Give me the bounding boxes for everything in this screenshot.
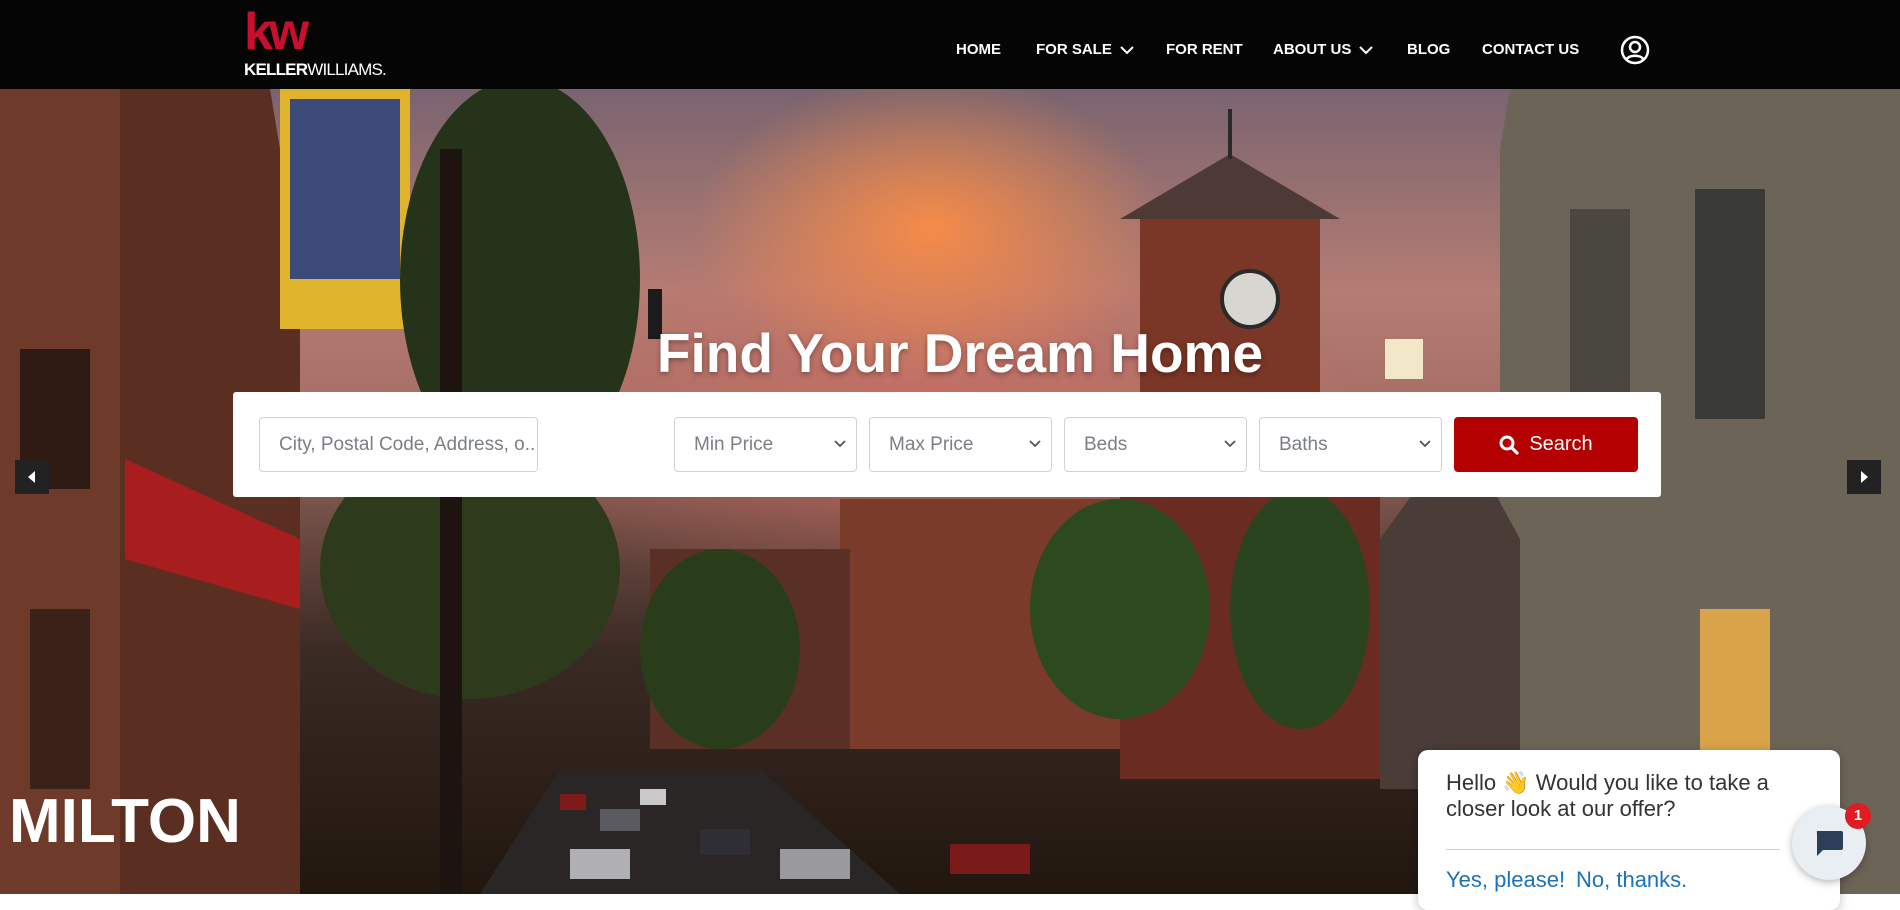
search-icon (1499, 435, 1519, 455)
max-price-select[interactable]: Max Price (869, 417, 1052, 472)
main-nav: HOME FOR SALE FOR RENT ABOUT US BLOG CON… (0, 0, 1900, 89)
nav-about-us-label: ABOUT US (1273, 41, 1352, 58)
slider-prev-button[interactable] (15, 460, 49, 494)
chevron-down-icon (834, 440, 846, 448)
nav-for-rent[interactable]: FOR RENT (1166, 40, 1243, 60)
nav-blog[interactable]: BLOG (1407, 40, 1450, 60)
location-search-input[interactable]: City, Postal Code, Address, o... (259, 417, 538, 472)
nav-for-sale[interactable]: FOR SALE (1036, 40, 1134, 60)
chat-notification-badge: 1 (1845, 803, 1871, 829)
location-search-placeholder: City, Postal Code, Address, o... (279, 434, 538, 455)
chat-icon (1816, 831, 1843, 856)
search-button-label: Search (1529, 433, 1593, 455)
nav-home[interactable]: HOME (956, 40, 1001, 60)
min-price-select[interactable]: Min Price (674, 417, 857, 472)
chat-divider (1446, 849, 1780, 850)
chevron-down-icon (1120, 46, 1134, 55)
site-header: kw KELLERWILLIAMS. HOME FOR SALE FOR REN… (0, 0, 1900, 89)
nav-for-rent-label: FOR RENT (1166, 41, 1243, 58)
chat-decline-link[interactable]: No, thanks. (1576, 867, 1687, 893)
chevron-down-icon (1419, 440, 1431, 448)
baths-label: Baths (1279, 434, 1328, 455)
nav-for-sale-label: FOR SALE (1036, 41, 1112, 58)
nav-blog-label: BLOG (1407, 41, 1451, 58)
nav-contact-us-label: CONTACT US (1482, 41, 1580, 58)
caret-right-icon (1861, 471, 1868, 483)
chat-accept-link[interactable]: Yes, please! (1446, 867, 1565, 893)
nav-about-us[interactable]: ABOUT US (1273, 40, 1374, 60)
slider-next-button[interactable] (1847, 460, 1881, 494)
chat-message: Hello 👋 Would you like to take a closer … (1446, 770, 1769, 821)
hero-title: Find Your Dream Home (656, 322, 1264, 384)
beds-select[interactable]: Beds (1064, 417, 1247, 472)
baths-select[interactable]: Baths (1259, 417, 1442, 472)
search-button[interactable]: Search (1454, 417, 1638, 472)
chevron-down-icon (1029, 440, 1041, 448)
chat-invite-popup: Hello 👋 Would you like to take a closer … (1418, 750, 1840, 910)
chevron-down-icon (1359, 46, 1374, 55)
user-circle-icon[interactable] (1620, 35, 1650, 65)
min-price-label: Min Price (694, 434, 774, 455)
nav-contact-us[interactable]: CONTACT US (1482, 40, 1579, 60)
chevron-down-icon (1224, 440, 1236, 448)
caret-left-icon (28, 471, 35, 483)
nav-home-label: HOME (956, 41, 1001, 58)
property-search-form: City, Postal Code, Address, o... Min Pri… (233, 392, 1661, 497)
city-name: MILTON (9, 787, 241, 856)
max-price-label: Max Price (889, 434, 974, 455)
beds-label: Beds (1084, 434, 1128, 455)
